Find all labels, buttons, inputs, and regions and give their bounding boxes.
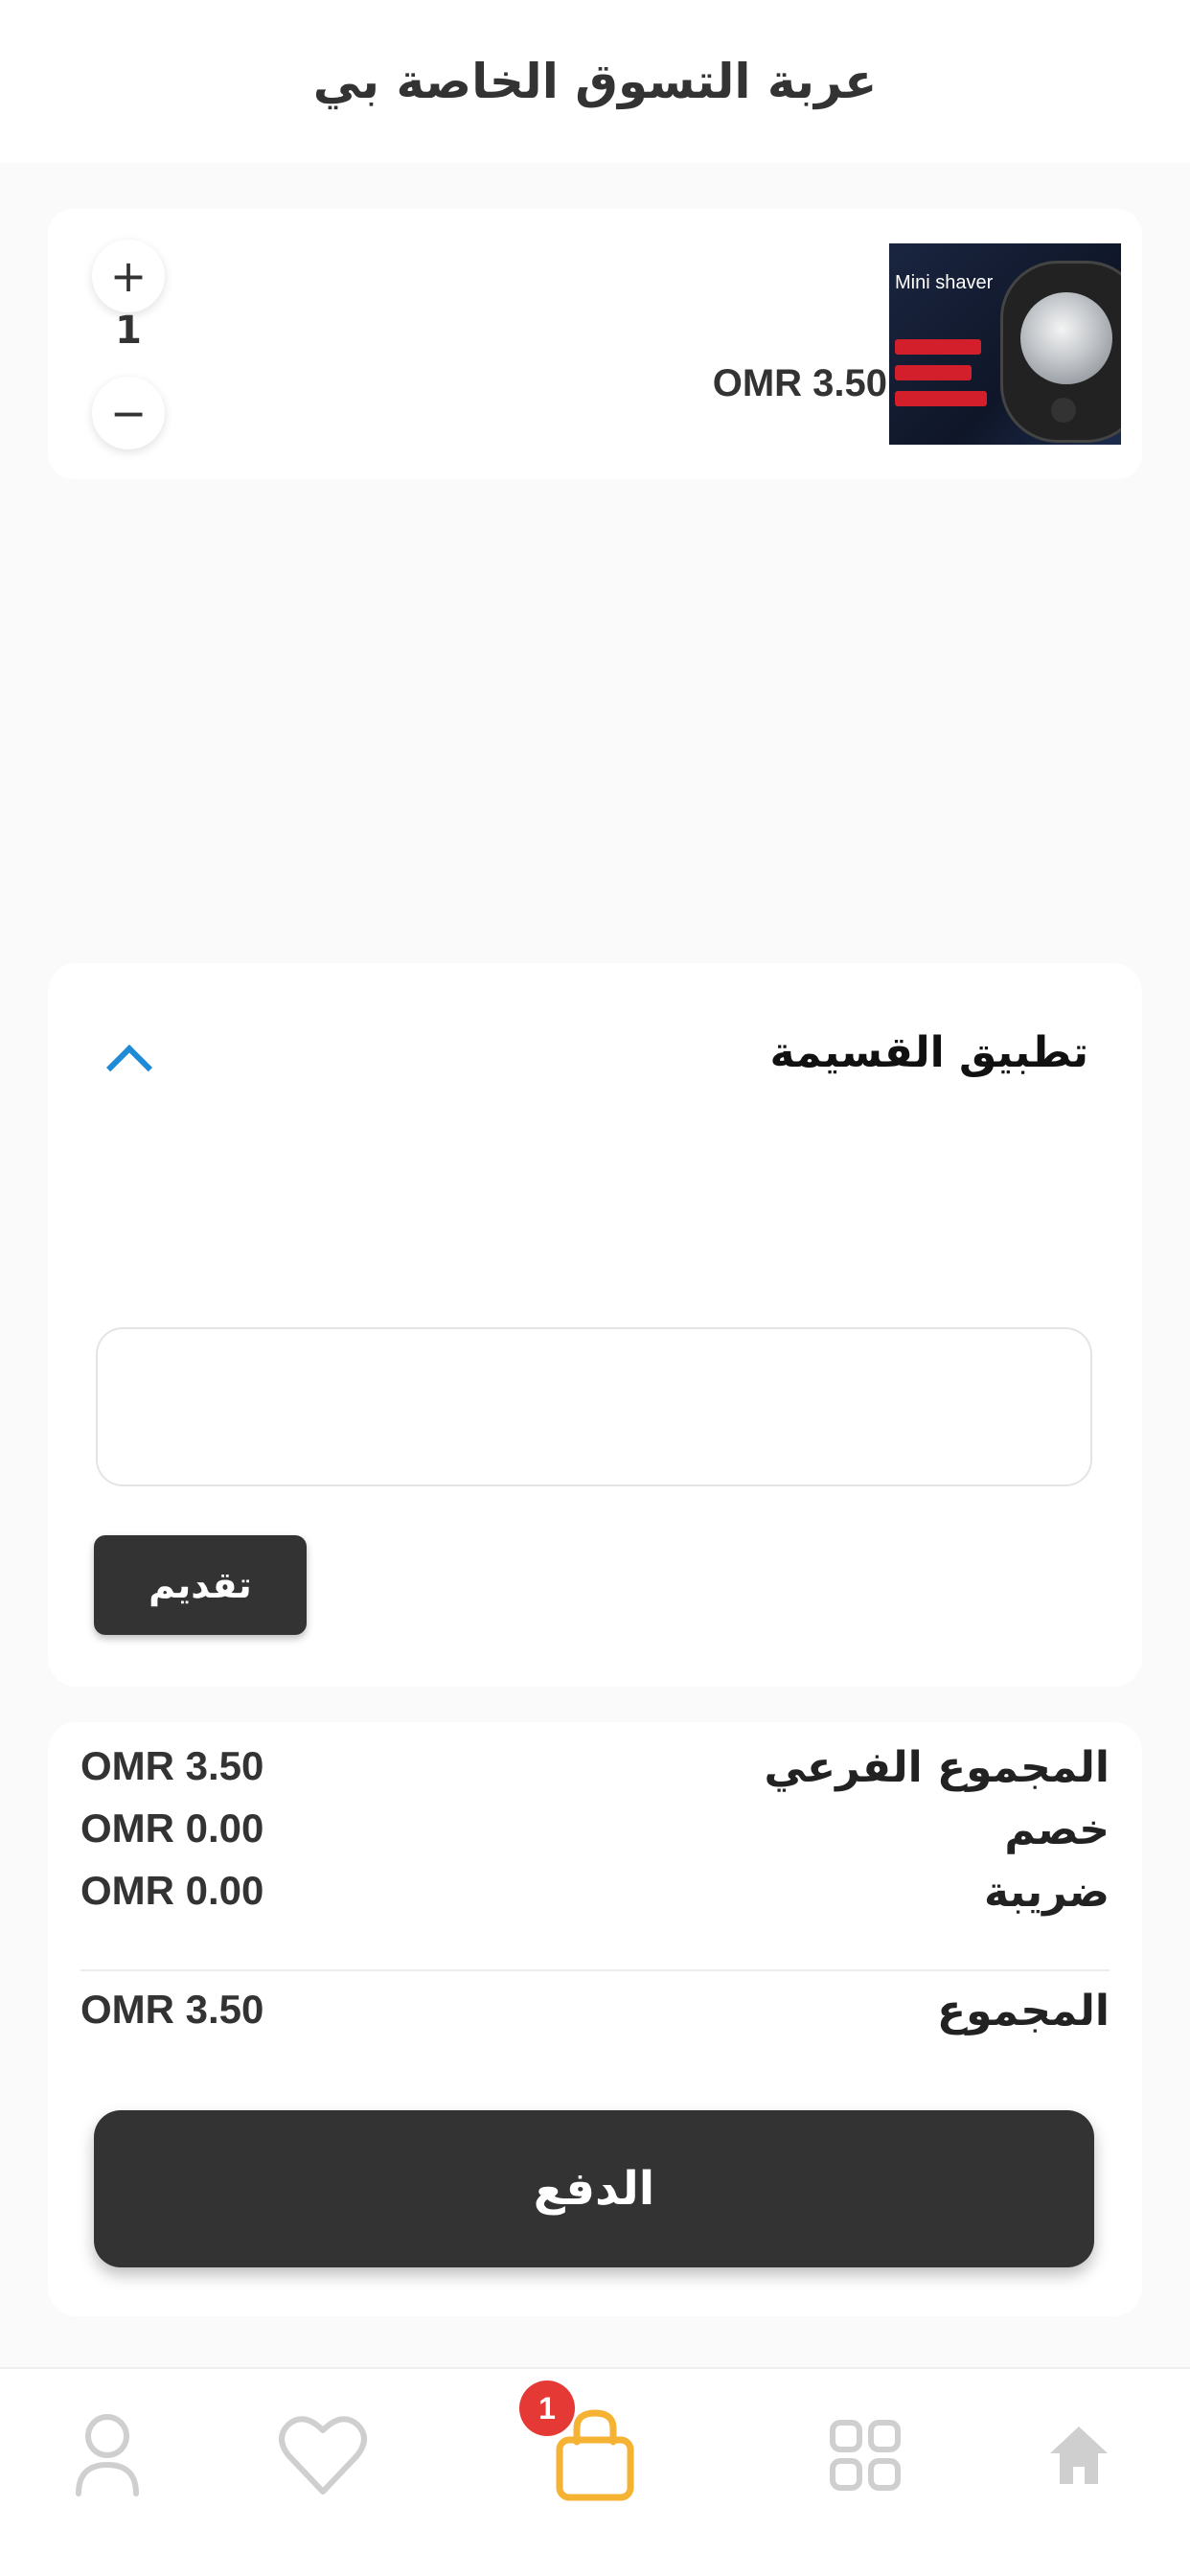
cart-item: Mini shaver OMR 3.50 + 1 −	[48, 209, 1142, 479]
chevron-up-icon[interactable]	[105, 1044, 153, 1092]
nav-profile[interactable]	[50, 2398, 165, 2513]
summary-divider	[80, 1969, 1110, 1971]
order-summary: المجموع الفرعي OMR 3.50 خصم OMR 0.00 ضري…	[48, 1722, 1142, 2316]
page-title: عربة التسوق الخاصة بي	[312, 54, 878, 109]
subtotal-label: المجموع الفرعي	[764, 1743, 1110, 1792]
apply-coupon-button[interactable]: تقديم	[94, 1535, 307, 1635]
nav-home[interactable]	[1021, 2398, 1136, 2513]
increase-quantity-button[interactable]: +	[92, 240, 165, 312]
cart-page: عربة التسوق الخاصة بي Mini shaver OMR 3.…	[0, 0, 1190, 2576]
tax-value: OMR 0.00	[80, 1868, 264, 1913]
subtotal-value: OMR 3.50	[80, 1743, 264, 1788]
coupon-title: تطبيق القسيمة	[769, 1028, 1088, 1077]
tax-label: ضريبة	[983, 1868, 1110, 1917]
nav-favorites[interactable]	[265, 2398, 380, 2513]
total-row: المجموع OMR 3.50	[80, 1987, 1110, 2044]
nav-categories[interactable]	[808, 2398, 923, 2513]
coupon-input[interactable]	[96, 1327, 1092, 1486]
bottom-nav: 1	[0, 2367, 1190, 2576]
image-tag	[895, 365, 972, 380]
decrease-quantity-button[interactable]: −	[92, 377, 165, 449]
home-icon	[1050, 2426, 1108, 2484]
image-tag	[895, 391, 987, 406]
grid-icon	[830, 2420, 901, 2491]
nav-cart[interactable]: 1	[519, 2380, 650, 2513]
discount-label: خصم	[1004, 1806, 1110, 1854]
cart-count-badge: 1	[519, 2380, 575, 2436]
shaver-device	[1000, 261, 1121, 443]
coupon-section: تطبيق القسيمة تقديم	[48, 963, 1142, 1687]
top-bar: عربة التسوق الخاصة بي	[0, 0, 1190, 163]
shaver-button	[1051, 398, 1076, 423]
checkout-button[interactable]: الدفع	[94, 2110, 1094, 2267]
image-tag	[895, 339, 981, 355]
product-image[interactable]: Mini shaver	[889, 243, 1121, 445]
total-label: المجموع	[937, 1987, 1110, 2036]
quantity-value: 1	[115, 309, 142, 353]
shaver-blade	[1020, 292, 1112, 384]
discount-row: خصم OMR 0.00	[80, 1806, 1110, 1863]
heart-icon	[279, 2416, 367, 2495]
discount-value: OMR 0.00	[80, 1806, 264, 1851]
product-image-caption: Mini shaver	[895, 272, 994, 293]
subtotal-row: المجموع الفرعي OMR 3.50	[80, 1743, 1110, 1801]
total-value: OMR 3.50	[80, 1987, 264, 2032]
item-price: OMR 3.50	[712, 362, 887, 404]
person-icon	[76, 2414, 139, 2496]
tax-row: ضريبة OMR 0.00	[80, 1868, 1110, 1925]
